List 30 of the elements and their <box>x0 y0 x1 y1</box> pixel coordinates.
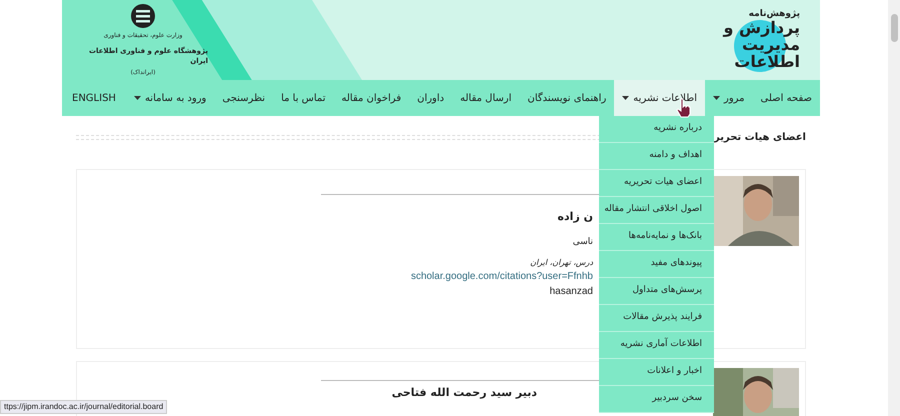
dropdown-item[interactable]: اخبار و اعلانات <box>599 359 714 386</box>
dropdown-item[interactable]: بانک‌ها و نمایه‌نامه‌ها <box>599 224 714 251</box>
member-email: hasanzad <box>550 285 593 299</box>
nav-item[interactable]: صفحه اصلی <box>752 80 820 116</box>
dropdown-item[interactable]: فرایند پذیرش مقالات <box>599 305 714 332</box>
nav-item[interactable]: راهنمای نویسندگان <box>519 80 614 116</box>
status-url: ttps://jipm.irandoc.ac.ir/journal/editorial.board <box>0 400 168 414</box>
page-title: اعضای هیات تحریر <box>714 131 806 145</box>
dropdown-item[interactable]: اطلاعات آماری نشریه <box>599 332 714 359</box>
dropdown-item[interactable]: اعضای هیات تحریریه <box>599 170 714 197</box>
dropdown-item[interactable]: پیوندهای مفید <box>599 251 714 278</box>
nav-item[interactable]: فراخوان مقاله <box>334 80 410 116</box>
dropdown-item[interactable]: سخن سردبیر <box>599 386 714 413</box>
member-role: ناسی <box>572 236 593 248</box>
language-link[interactable]: ENGLISH <box>62 80 126 116</box>
member-affiliation: درس، تهران، ایران <box>530 257 593 269</box>
dropdown-item[interactable]: اهداف و دامنه <box>599 143 714 170</box>
login-menu[interactable]: ورود به سامانه <box>126 80 214 116</box>
nav-item[interactable]: ارسال مقاله <box>452 80 520 116</box>
member-name: ن زاده <box>558 209 593 225</box>
nav-item[interactable]: داوران <box>409 80 452 116</box>
dropdown-item[interactable]: اصول اخلاقی انتشار مقاله <box>599 197 714 224</box>
member-name: دبیر سید رحمت الله فتاحی <box>392 385 537 401</box>
emblem-icon <box>130 3 156 29</box>
nav-item[interactable]: تماس با ما <box>273 80 334 116</box>
dropdown-item[interactable]: پرسش‌های متداول <box>599 278 714 305</box>
scholar-link[interactable]: scholar.google.com/citations?user=Ffnhb <box>410 269 593 284</box>
nav-item[interactable]: مرور <box>704 80 753 116</box>
nav-item[interactable]: اطلاعات نشریه <box>614 80 705 116</box>
nav-item[interactable]: نظرسنجی <box>214 80 274 116</box>
